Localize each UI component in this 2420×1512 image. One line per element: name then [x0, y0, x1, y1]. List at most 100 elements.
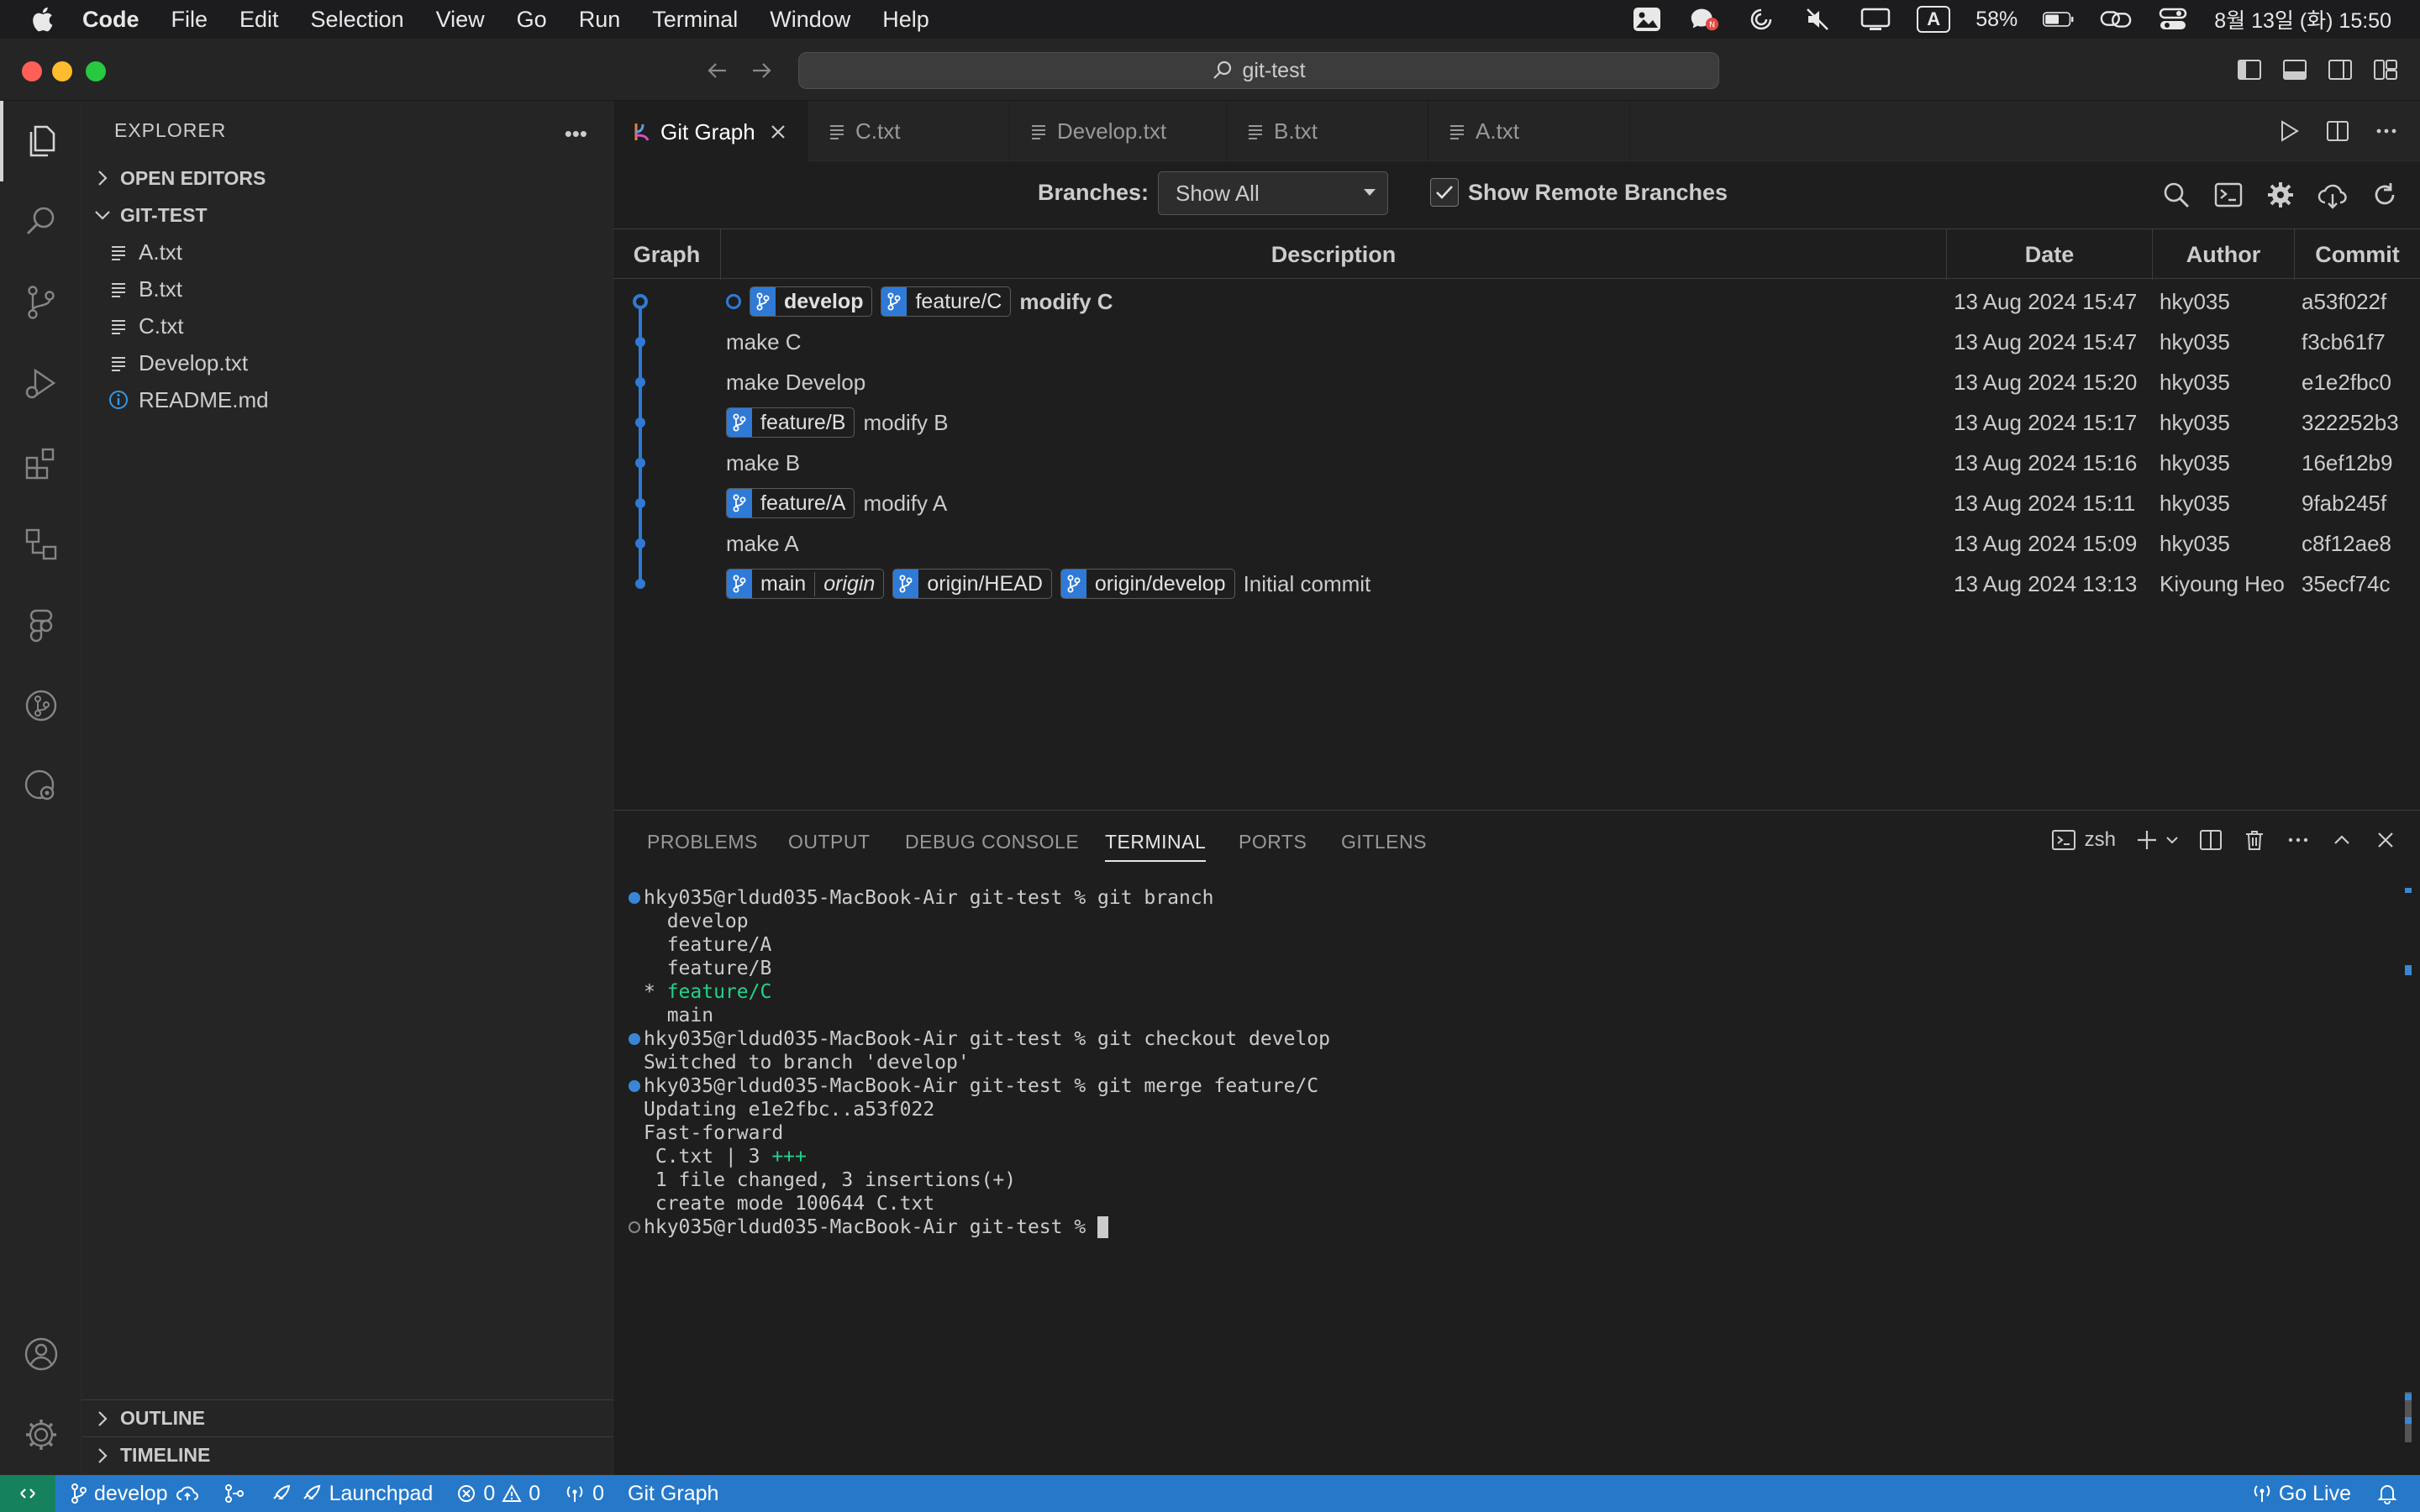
terminal-icon[interactable]	[2213, 180, 2244, 210]
branch-ref-main[interactable]: main origin	[726, 569, 885, 599]
tab-develop-txt[interactable]: Develop.txt	[1010, 101, 1227, 161]
status-launchpad[interactable]: Launchpad	[269, 1482, 433, 1506]
section-timeline[interactable]: TIMELINE	[82, 1436, 613, 1473]
commit-row[interactable]: make A 13 Aug 2024 15:09 hky035 c8f12ae8	[613, 523, 2420, 564]
bell-icon[interactable]	[2376, 1483, 2398, 1504]
status-go-live[interactable]: Go Live	[2252, 1482, 2351, 1506]
panel-tab-gitlens[interactable]: GITLENS	[1341, 831, 1427, 853]
column-date[interactable]: Date	[1947, 229, 2153, 280]
menu-code[interactable]: Code	[82, 7, 139, 33]
commit-row[interactable]: feature/A modify A 13 Aug 2024 15:11 hky…	[613, 483, 2420, 523]
command-success-marker[interactable]	[629, 1033, 640, 1045]
menu-view[interactable]: View	[436, 7, 485, 33]
tab-git-graph[interactable]: Git Graph	[613, 101, 808, 161]
activity-remote-explorer[interactable]	[0, 504, 82, 585]
file-item-b[interactable]: B.txt	[82, 270, 613, 307]
cloud-fetch-icon[interactable]	[2317, 180, 2348, 210]
more-actions-icon[interactable]	[2373, 118, 2400, 144]
branch-ref-develop[interactable]: develop	[750, 286, 873, 317]
chevron-down-icon[interactable]	[2165, 827, 2180, 853]
input-source-indicator[interactable]: A	[1917, 6, 1951, 33]
customize-layout-icon[interactable]	[2371, 55, 2400, 84]
toggle-secondary-sidebar-icon[interactable]	[2326, 55, 2354, 84]
link-icon[interactable]	[2100, 7, 2132, 32]
branch-select[interactable]: Show All	[1158, 171, 1388, 215]
display-icon[interactable]	[1860, 7, 1891, 32]
activity-source-control[interactable]	[0, 262, 82, 343]
branch-ref-feature-b[interactable]: feature/B	[726, 407, 855, 438]
menu-edit[interactable]: Edit	[239, 7, 279, 33]
toggle-panel-icon[interactable]	[2281, 55, 2309, 84]
status-problems[interactable]: 0 0	[456, 1482, 540, 1506]
tab-c-txt[interactable]: C.txt	[808, 101, 1010, 161]
column-graph[interactable]: Graph	[613, 229, 721, 280]
terminal-scrollbar[interactable]	[2402, 888, 2412, 1467]
file-item-a[interactable]: A.txt	[82, 234, 613, 270]
panel-tab-problems[interactable]: PROBLEMS	[647, 831, 758, 853]
activity-extensions[interactable]	[0, 423, 82, 504]
photos-icon[interactable]	[1631, 7, 1663, 32]
menu-file[interactable]: File	[171, 7, 208, 33]
more-actions-icon[interactable]	[2286, 827, 2311, 853]
activity-manage[interactable]	[0, 1394, 82, 1475]
activity-accounts[interactable]	[0, 1314, 82, 1394]
menu-terminal[interactable]: Terminal	[652, 7, 738, 33]
toggle-primary-sidebar-icon[interactable]	[2235, 55, 2264, 84]
remote-indicator[interactable]	[0, 1475, 55, 1512]
status-git-graph[interactable]: Git Graph	[628, 1482, 718, 1506]
new-terminal-icon[interactable]	[2134, 827, 2160, 853]
run-icon[interactable]	[2275, 118, 2302, 144]
trash-icon[interactable]	[2242, 827, 2267, 853]
window-zoom-button[interactable]	[86, 61, 106, 81]
show-remote-branches-label[interactable]: Show Remote Branches	[1468, 180, 1728, 206]
section-outline[interactable]: OUTLINE	[82, 1399, 613, 1436]
activity-gitlens[interactable]	[0, 665, 82, 746]
arrow-left-icon[interactable]	[704, 57, 731, 84]
branch-ref-origin-head[interactable]: origin/HEAD	[892, 569, 1052, 599]
terminal-output[interactable]: hky035@rldud035-MacBook-Air git-test % g…	[625, 886, 2390, 1239]
column-commit[interactable]: Commit	[2295, 229, 2420, 280]
status-git-graph-icon-button[interactable]	[224, 1483, 245, 1504]
menu-run[interactable]: Run	[579, 7, 621, 33]
activity-gitlens-inspect[interactable]	[0, 746, 82, 827]
commit-row[interactable]: make C 13 Aug 2024 15:47 hky035 f3cb61f7	[613, 322, 2420, 362]
menu-go[interactable]: Go	[517, 7, 547, 33]
commit-row[interactable]: feature/B modify B 13 Aug 2024 15:17 hky…	[613, 402, 2420, 443]
status-ports[interactable]: 0	[564, 1482, 604, 1506]
menu-help[interactable]: Help	[882, 7, 929, 33]
section-folder[interactable]: GIT-TEST	[82, 197, 613, 234]
file-item-develop[interactable]: Develop.txt	[82, 344, 613, 381]
terminal-prompt-line[interactable]: hky035@rldud035-MacBook-Air git-test %	[625, 1215, 2390, 1239]
apple-icon[interactable]	[30, 6, 54, 33]
activity-search[interactable]	[0, 181, 82, 262]
search-icon[interactable]	[2161, 180, 2191, 210]
window-minimize-button[interactable]	[52, 61, 72, 81]
split-editor-icon[interactable]	[2324, 118, 2351, 144]
tab-a-txt[interactable]: A.txt	[1428, 101, 1630, 161]
command-success-marker[interactable]	[629, 892, 640, 904]
show-remote-branches-checkbox[interactable]	[1430, 178, 1459, 207]
menu-window[interactable]: Window	[770, 7, 850, 33]
control-center-icon[interactable]	[2157, 7, 2189, 32]
column-description[interactable]: Description	[721, 229, 1947, 280]
command-center-search[interactable]: git-test	[798, 52, 1719, 89]
panel-tab-output[interactable]: OUTPUT	[788, 831, 871, 853]
branch-ref-feature-c[interactable]: feature/C	[881, 286, 1012, 317]
refresh-icon[interactable]	[2370, 180, 2400, 210]
menu-datetime[interactable]: 8월 13일 (화) 15:50	[2214, 4, 2391, 34]
commit-row[interactable]: develop feature/C modify C 13 Aug 2024 1…	[613, 281, 2420, 322]
sync-icon[interactable]	[1745, 7, 1777, 32]
branch-ref-feature-a[interactable]: feature/A	[726, 488, 855, 518]
panel-tab-terminal[interactable]: TERMINAL	[1105, 831, 1207, 862]
activity-run-debug[interactable]	[0, 343, 82, 423]
file-item-readme[interactable]: README.md	[82, 381, 613, 418]
commit-row[interactable]: main origin origin/HEAD origin/develop In…	[613, 564, 2420, 604]
more-actions-icon[interactable]: •••	[565, 121, 587, 147]
section-open-editors[interactable]: OPEN EDITORS	[82, 160, 613, 197]
close-icon[interactable]	[769, 123, 787, 141]
panel-tab-debug-console[interactable]: DEBUG CONSOLE	[905, 831, 1079, 853]
column-author[interactable]: Author	[2153, 229, 2295, 280]
menu-selection[interactable]: Selection	[311, 7, 404, 33]
file-item-c[interactable]: C.txt	[82, 307, 613, 344]
gear-icon[interactable]	[2265, 180, 2296, 210]
